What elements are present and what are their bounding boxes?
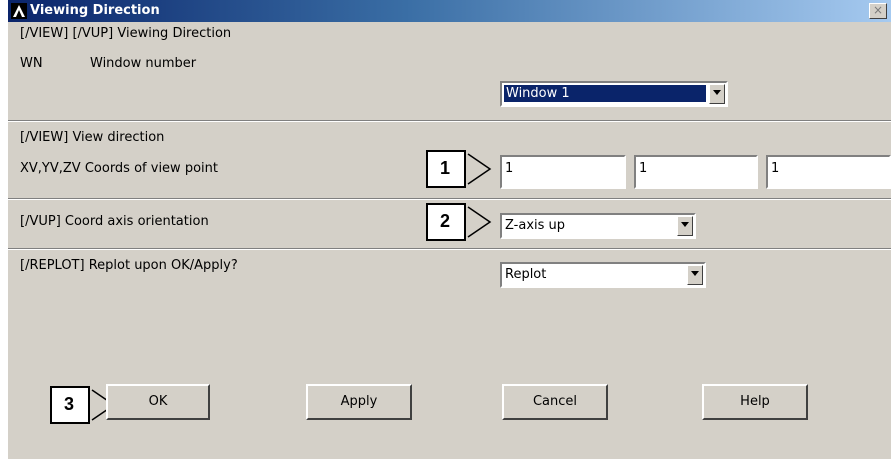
coords-label: XV,YV,ZV Coords of view point: [20, 161, 218, 176]
callout-3-number: 3: [64, 394, 75, 414]
xv-input[interactable]: 1: [500, 155, 626, 189]
chevron-down-icon[interactable]: [709, 84, 725, 104]
callout-1: 1: [426, 150, 496, 194]
form-header: [/VIEW] [/VUP] Viewing Direction: [20, 26, 232, 41]
close-icon[interactable]: ×: [869, 3, 887, 19]
divider: [8, 120, 891, 122]
apply-button[interactable]: Apply: [306, 384, 412, 420]
zv-input[interactable]: 1: [766, 155, 891, 189]
view-section-label: [/VIEW] View direction: [20, 130, 165, 145]
replot-label: [/REPLOT] Replot upon OK/Apply?: [20, 258, 238, 273]
help-button[interactable]: Help: [702, 384, 808, 420]
chevron-down-icon[interactable]: [677, 216, 693, 236]
ok-button[interactable]: OK: [106, 384, 210, 420]
title-bar[interactable]: Viewing Direction ×: [8, 0, 891, 22]
axis-orientation-select[interactable]: Z-axis up: [500, 213, 696, 239]
callout-2: 2: [426, 203, 496, 247]
vup-label: [/VUP] Coord axis orientation: [20, 214, 209, 229]
chevron-down-icon[interactable]: [687, 265, 703, 285]
ansys-logo-icon: [11, 3, 27, 19]
viewing-direction-dialog: Viewing Direction × [/VIEW] [/VUP] Viewi…: [8, 0, 891, 459]
window-title: Viewing Direction: [30, 3, 160, 18]
wn-code-label: WN: [20, 56, 43, 71]
callout-1-number: 1: [440, 158, 451, 178]
replot-select[interactable]: Replot: [500, 262, 706, 288]
wn-label: Window number: [90, 56, 197, 71]
axis-orientation-value: Z-axis up: [505, 218, 566, 233]
window-number-select[interactable]: Window 1: [500, 81, 728, 107]
replot-value: Replot: [505, 267, 547, 282]
cancel-button[interactable]: Cancel: [502, 384, 608, 420]
divider: [8, 248, 891, 250]
window-number-value: Window 1: [504, 85, 706, 102]
callout-2-number: 2: [440, 211, 451, 231]
yv-input[interactable]: 1: [634, 155, 758, 189]
divider: [8, 198, 891, 200]
